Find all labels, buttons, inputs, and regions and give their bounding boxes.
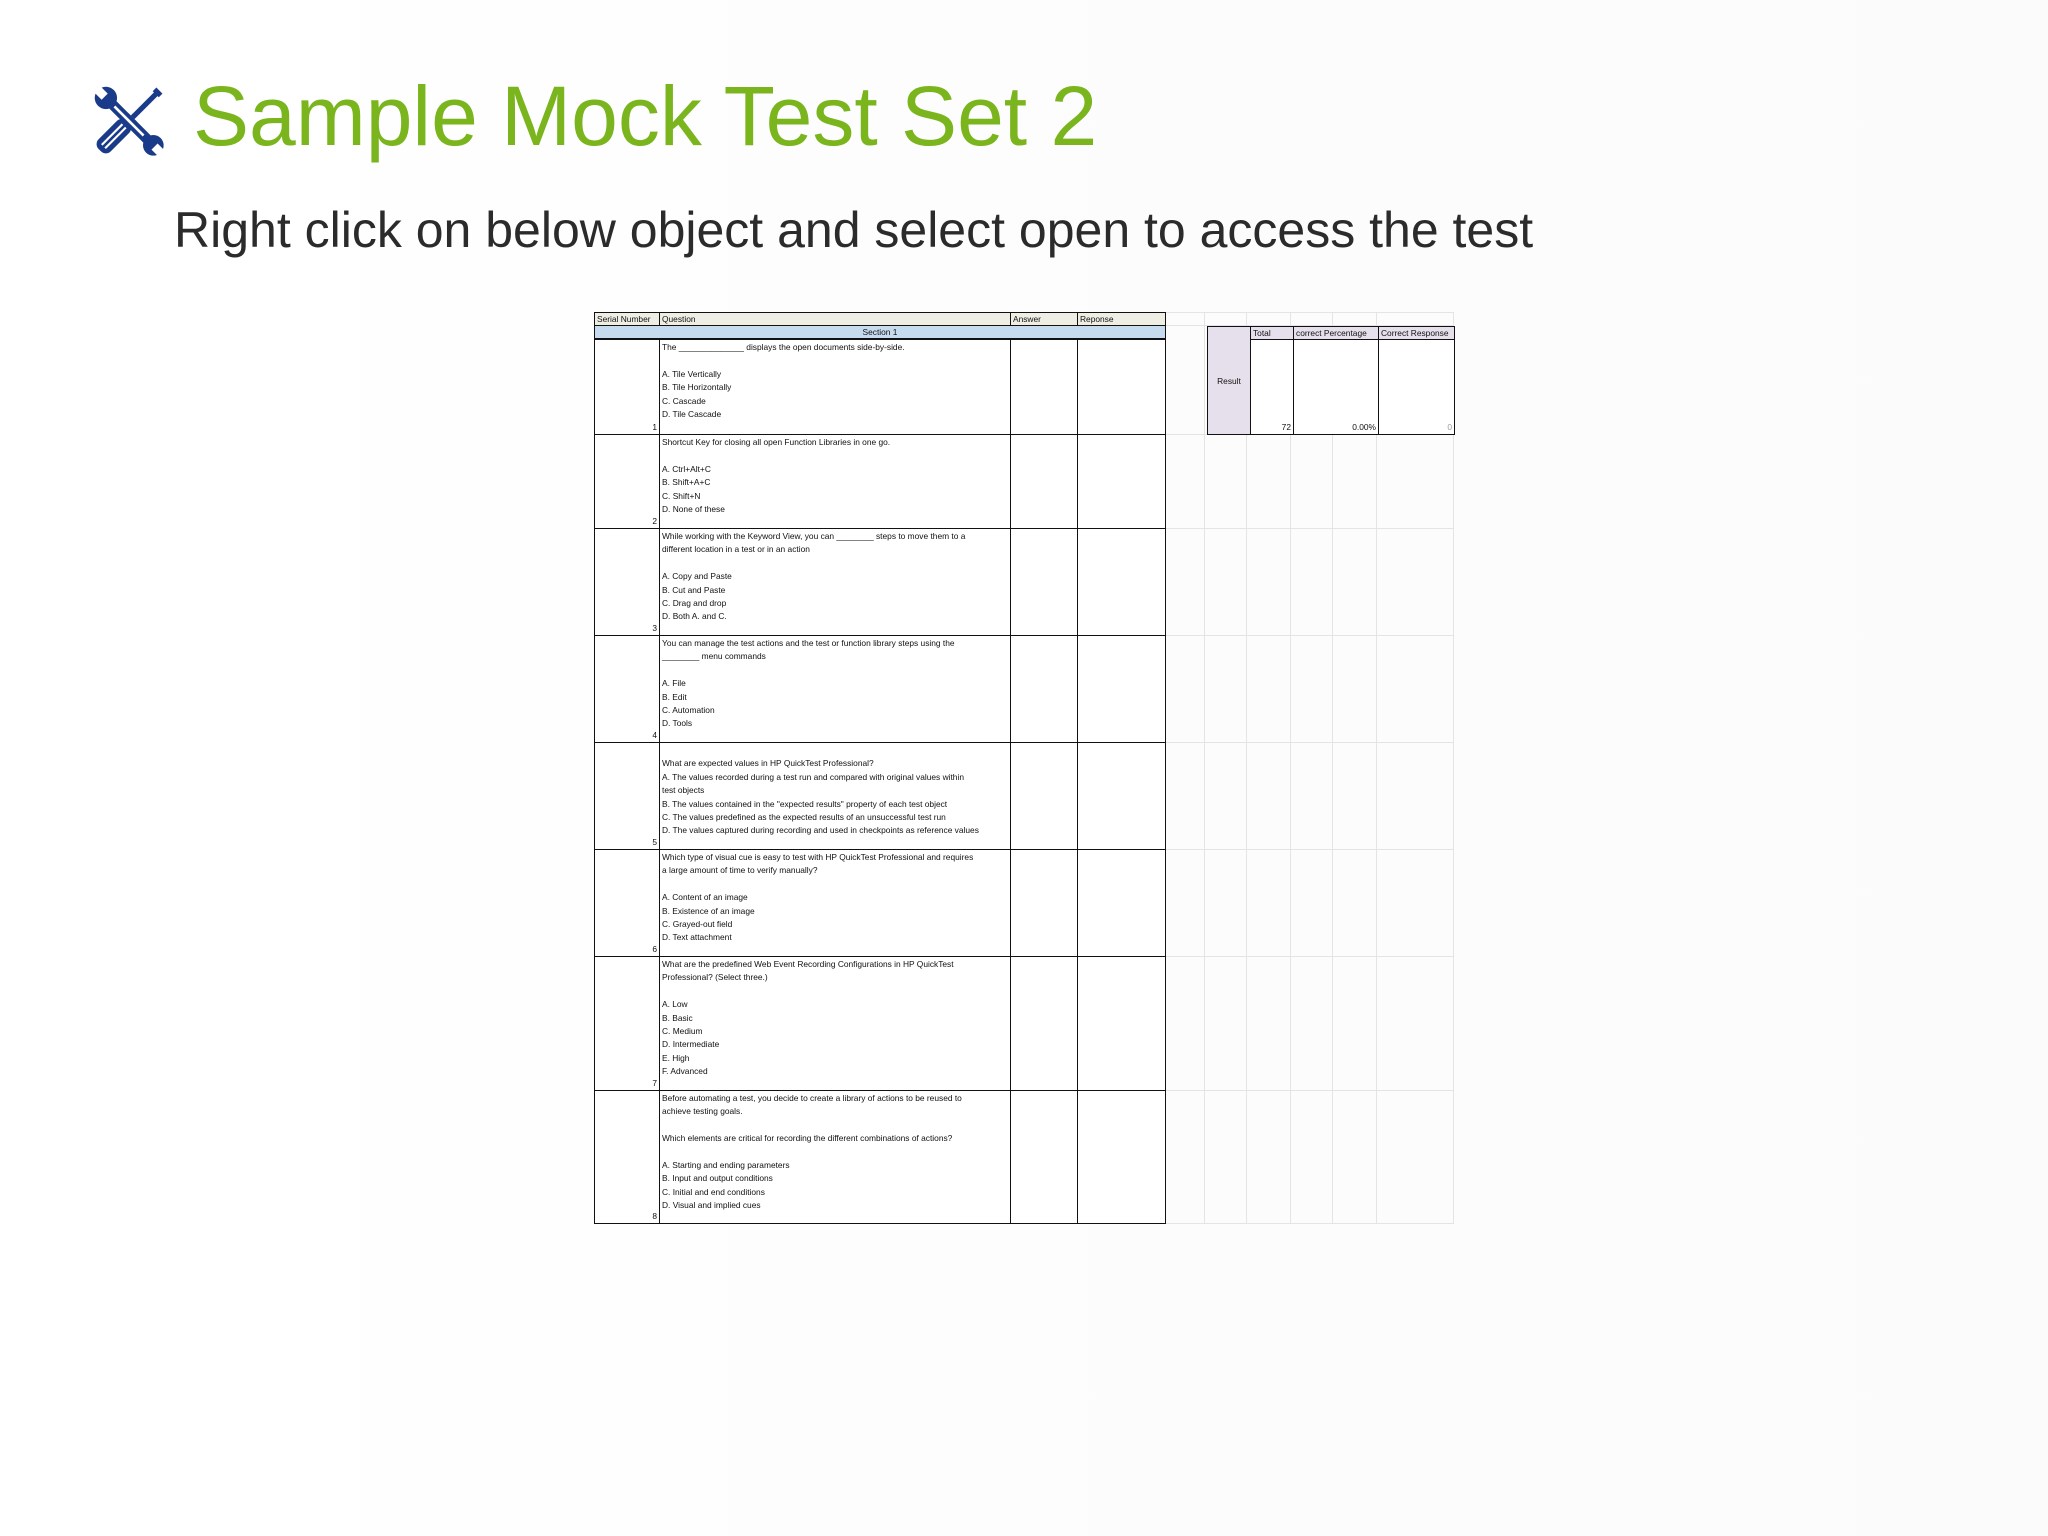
serial-number-cell: 5 [594,742,660,850]
question-cell: Which type of visual cue is easy to test… [659,849,1011,957]
header-response: Reponse [1077,312,1166,326]
response-cell [1077,635,1166,743]
gridline [1166,312,1454,313]
header-answer: Answer [1010,312,1078,326]
embedded-spreadsheet-object[interactable]: Serial Number Question Answer Reponse Se… [594,312,1455,1224]
question-cell: Shortcut Key for closing all open Functi… [659,434,1011,529]
answer-cell[interactable] [1010,339,1078,435]
gridline [1166,1223,1454,1224]
question-cell: While working with the Keyword View, you… [659,528,1011,636]
answer-cell[interactable] [1010,528,1078,636]
answer-cell[interactable] [1010,1090,1078,1224]
gridline [1166,528,1454,529]
section-header: Section 1 [594,325,1166,339]
result-total-header: Total [1250,326,1294,340]
serial-number-cell: 7 [594,956,660,1091]
result-total-value: 72 [1250,339,1294,435]
response-cell [1077,1090,1166,1224]
answer-cell[interactable] [1010,849,1078,957]
tools-icon [93,85,165,157]
serial-number-cell: 3 [594,528,660,636]
gridline [1246,312,1247,1224]
serial-number-cell: 4 [594,635,660,743]
slide-title: Sample Mock Test Set 2 [193,69,1098,163]
gridline [1290,312,1291,1224]
serial-number-cell: 2 [594,434,660,529]
gridline [1166,635,1454,636]
question-cell: What are the predefined Web Event Record… [659,956,1011,1091]
gridline [1453,312,1454,1224]
slide-subtitle: Right click on below object and select o… [174,202,1534,258]
gridline [1332,312,1333,1224]
result-correct-header: Correct Response [1378,326,1455,340]
gridline [1166,1090,1454,1091]
gridline [1166,742,1454,743]
response-cell [1077,956,1166,1091]
question-cell: You can manage the test actions and the … [659,635,1011,743]
answer-cell[interactable] [1010,742,1078,850]
result-label: Result [1207,326,1251,435]
result-percentage-value: 0.00% [1293,339,1379,435]
response-cell [1077,434,1166,529]
slide: Sample Mock Test Set 2 Right click on be… [0,0,2048,1536]
question-cell: Before automating a test, you decide to … [659,1090,1011,1224]
question-cell: What are expected values in HP QuickTest… [659,742,1011,850]
header-serial-number: Serial Number [594,312,660,326]
response-cell [1077,339,1166,435]
serial-number-cell: 6 [594,849,660,957]
serial-number-cell: 8 [594,1090,660,1224]
result-percentage-header: correct Percentage [1293,326,1379,340]
answer-cell[interactable] [1010,434,1078,529]
header-question: Question [659,312,1011,326]
response-cell [1077,528,1166,636]
gridline [1376,312,1377,1224]
gridline [1166,849,1454,850]
result-correct-value: 0 [1378,339,1455,435]
answer-cell[interactable] [1010,956,1078,1091]
response-cell [1077,742,1166,850]
serial-number-cell: 1 [594,339,660,435]
gridline [1166,956,1454,957]
answer-cell[interactable] [1010,635,1078,743]
gridline [1204,312,1205,1224]
response-cell [1077,849,1166,957]
question-cell: The ______________ displays the open doc… [659,339,1011,435]
